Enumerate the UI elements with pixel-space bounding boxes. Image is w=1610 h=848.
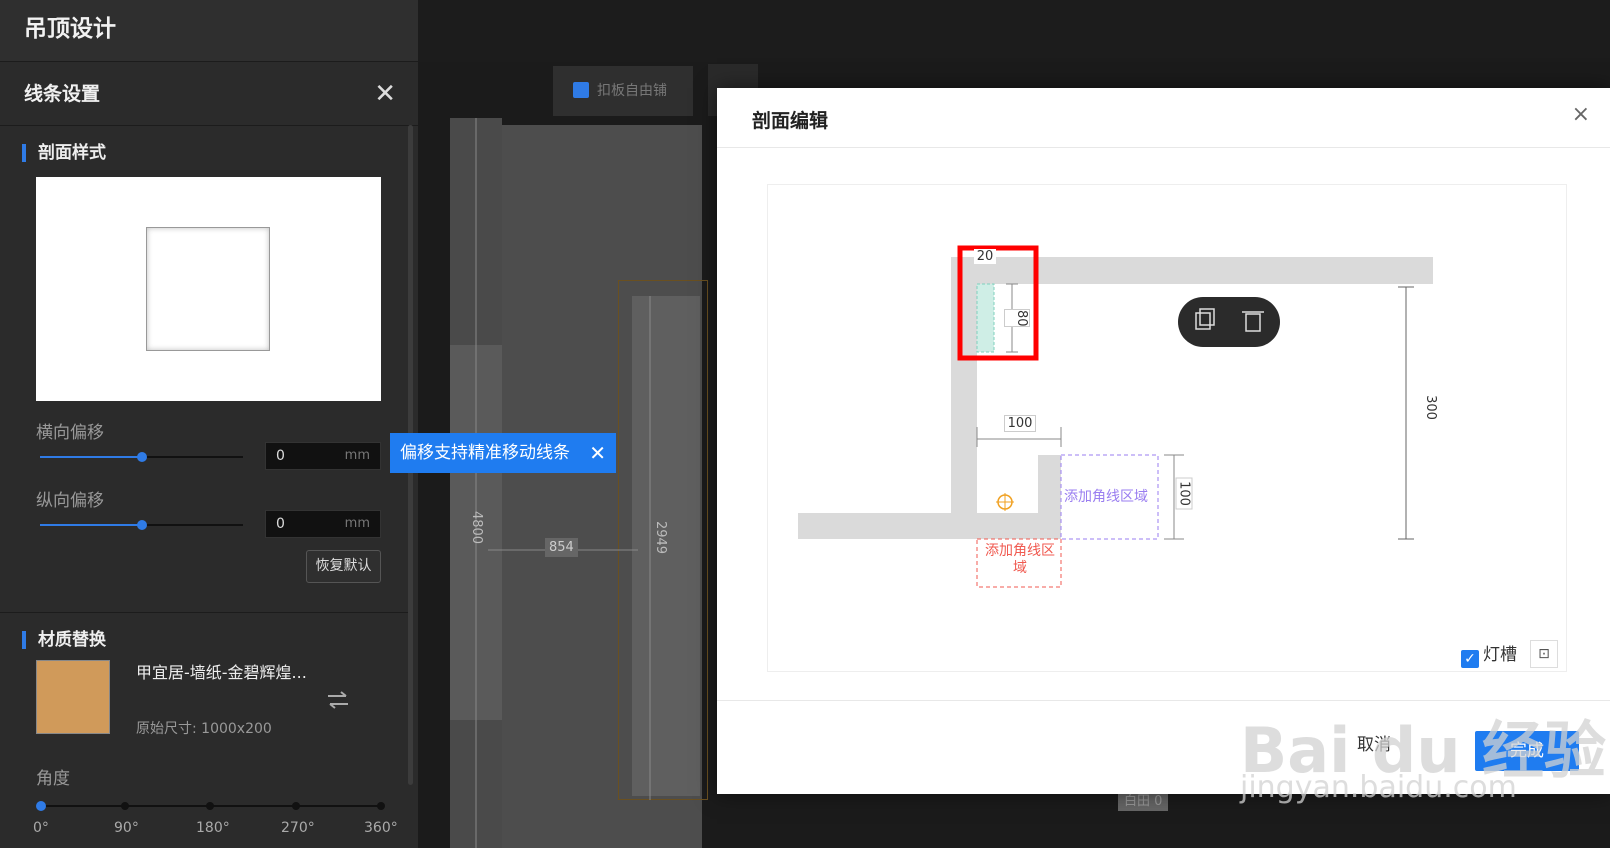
dim-4800: 4800 [469,510,485,545]
angle-tick-label: 270° [281,820,315,836]
h-offset-label: 横向偏移 [36,423,104,443]
h-offset-slider-knob[interactable] [137,452,147,462]
left-sidebar: 吊顶设计 线条设置 ✕ 剖面样式 横向偏移 0 mm 纵向偏移 0 mm 恢复默… [0,0,418,848]
dim-label-300[interactable]: 300 [1423,395,1438,420]
swap-icon[interactable] [326,690,350,710]
h-offset-slider-fill [40,456,142,458]
v-offset-slider-fill [40,524,142,526]
dialog-title: 剖面编辑 [752,110,829,132]
dim-label-80[interactable]: 80 [1004,309,1030,327]
offset-tooltip-text: 偏移支持精准移动线条 [400,443,570,463]
panel-close-icon[interactable]: ✕ [374,62,396,126]
offset-tooltip: 偏移支持精准移动线条 ✕ [390,433,616,473]
v-offset-value: 0 [276,516,285,532]
h-offset-input[interactable]: 0 mm [265,442,381,470]
dim-854: 854 [545,538,578,557]
add-corner-red-line1: 添加角线区 [985,543,1055,559]
v-offset-slider[interactable] [40,520,243,530]
divider [0,612,408,613]
dim-label-20[interactable]: 20 [974,249,996,264]
angle-stop[interactable] [121,802,129,810]
section-material-title: 材质替换 [22,631,106,649]
profile-post [951,257,977,539]
tooltip-close-icon[interactable]: ✕ [589,433,606,473]
angle-tick-label: 180° [196,820,230,836]
angle-slider[interactable] [36,801,385,811]
angle-tick-label: 0° [33,820,49,836]
angle-stop[interactable] [292,802,300,810]
profile-preview-square [146,227,270,351]
angle-tick-label: 90° [114,820,139,836]
dialog-close-icon[interactable]: × [1572,102,1590,127]
angle-label: 角度 [36,769,70,789]
profile-top-bar [951,257,1433,284]
light-slot-label: 灯槽 [1483,645,1517,665]
light-slot-checkbox[interactable]: ✓ 灯槽 [1461,640,1517,668]
section-profile-title: 剖面样式 [22,144,106,162]
panel-header: 线条设置 ✕ [0,62,418,126]
v-offset-label: 纵向偏移 [36,491,104,511]
h-offset-slider[interactable] [40,452,243,462]
v-offset-slider-knob[interactable] [137,520,147,530]
material-size: 原始尺寸: 1000x200 [136,721,272,737]
h-offset-unit: mm [344,448,370,463]
canvas-dimensions [475,118,651,848]
angle-slider-knob[interactable] [36,801,46,811]
h-offset-value: 0 [276,448,285,464]
section-edit-dialog: 剖面编辑 × 20 80 300 100 100 添加角线区域 添加角线区 域 … [717,88,1610,794]
profile-bottom-bar [798,513,1061,539]
reset-default-button[interactable]: 恢复默认 [306,550,381,583]
angle-stop[interactable] [206,802,214,810]
selected-strip [976,283,995,353]
dialog-divider [717,147,1610,148]
fit-view-icon[interactable]: ⊡ [1530,640,1558,668]
panel-title: 线条设置 [24,83,101,105]
add-corner-red-line2: 域 [1013,560,1027,576]
watermark-url: jingyan.baidu.com [1240,770,1517,805]
light-slot-check-icon[interactable]: ✓ [1461,650,1479,668]
profile-upright [1038,455,1061,539]
profile-editor[interactable]: 20 80 300 100 100 添加角线区域 添加角线区 域 ✓ 灯槽 ⊡ [767,184,1567,672]
v-offset-unit: mm [344,516,370,531]
dim-label-100-h[interactable]: 100 [1004,415,1036,432]
v-offset-input[interactable]: 0 mm [265,510,381,538]
profile-preview[interactable] [36,177,381,401]
action-pill [1178,297,1280,347]
profile-drawing [798,245,1433,588]
angle-tick-label: 360° [364,820,398,836]
dim-label-100-v[interactable]: 100 [1175,477,1193,510]
angle-stop[interactable] [377,802,385,810]
dim-2949: 2949 [653,520,669,555]
material-name: 甲宜居-墙纸-金碧辉煌... [136,663,307,682]
add-corner-purple[interactable]: 添加角线区域 [1064,486,1148,506]
material-swatch[interactable] [36,660,110,734]
add-corner-red[interactable]: 添加角线区 域 [979,543,1061,577]
app-title: 吊顶设计 [0,0,418,62]
